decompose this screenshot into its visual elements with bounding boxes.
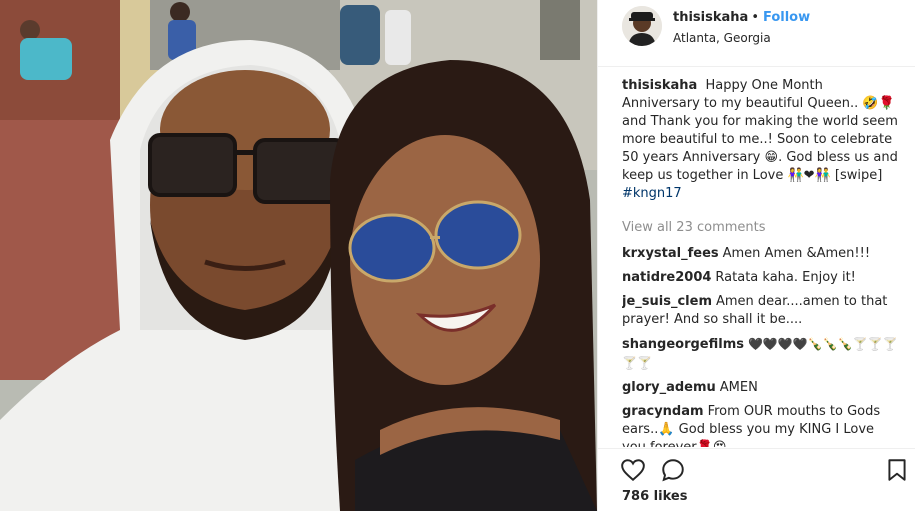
comment-text: AMEN	[719, 380, 758, 395]
post-actions-bar: 786 likes	[598, 448, 915, 511]
comment-item: krxystal_fees Amen Amen &Amen!!!	[622, 245, 900, 263]
caption-username[interactable]: thisiskaha	[622, 78, 697, 93]
comment-item: gracyndam From OUR mouths to Gods ears..🙏…	[622, 403, 900, 447]
comment-item: je_suis_clem Amen dear....amen to that pr…	[622, 293, 900, 329]
caption-hashtag[interactable]: #kngn17	[622, 186, 682, 201]
comment-username[interactable]: krxystal_fees	[622, 246, 719, 261]
header-title-row: thisiskaha • Follow	[673, 10, 810, 25]
selfie-image	[0, 0, 597, 511]
follow-button[interactable]: Follow	[763, 10, 810, 25]
comment-item: shangeorgefilms 🖤🖤🖤🖤🍾🍾🍾🍸🍸🍸🍸🍸	[622, 335, 900, 373]
comment-item: glory_ademu AMEN	[622, 379, 900, 397]
heart-icon[interactable]	[620, 457, 646, 483]
comment-username[interactable]: gracyndam	[622, 404, 704, 419]
comment-username[interactable]: glory_ademu	[622, 380, 716, 395]
comment-username[interactable]: je_suis_clem	[622, 294, 712, 309]
post-header: thisiskaha • Follow Atlanta, Georgia	[598, 0, 915, 67]
comment-text: Amen Amen &Amen!!!	[722, 246, 871, 261]
post-photo[interactable]	[0, 0, 597, 511]
comment-item: natidre2004 Ratata kaha. Enjoy it!	[622, 269, 900, 287]
caption-text: Happy One Month Anniversary to my beauti…	[622, 78, 898, 183]
post-sidebar: thisiskaha • Follow Atlanta, Georgia thisi…	[597, 0, 915, 511]
header-username[interactable]: thisiskaha	[673, 10, 748, 25]
instagram-post: thisiskaha • Follow Atlanta, Georgia thisi…	[0, 0, 915, 511]
comment-bubble-icon[interactable]	[660, 457, 686, 483]
header-separator: •	[751, 10, 759, 25]
view-all-comments-link[interactable]: View all 23 comments	[622, 219, 900, 237]
location-link[interactable]: Atlanta, Georgia	[673, 31, 771, 45]
avatar-image	[622, 6, 662, 46]
comment-username[interactable]: natidre2004	[622, 270, 711, 285]
comment-username[interactable]: shangeorgefilms	[622, 337, 744, 352]
likes-count[interactable]: 786 likes	[622, 489, 687, 504]
caption: thisiskaha Happy One Month Anniversary t…	[622, 77, 900, 203]
bookmark-icon[interactable]	[884, 457, 910, 483]
comments-section: thisiskaha Happy One Month Anniversary t…	[622, 77, 900, 447]
avatar[interactable]	[622, 6, 662, 46]
comment-text: Ratata kaha. Enjoy it!	[715, 270, 856, 285]
